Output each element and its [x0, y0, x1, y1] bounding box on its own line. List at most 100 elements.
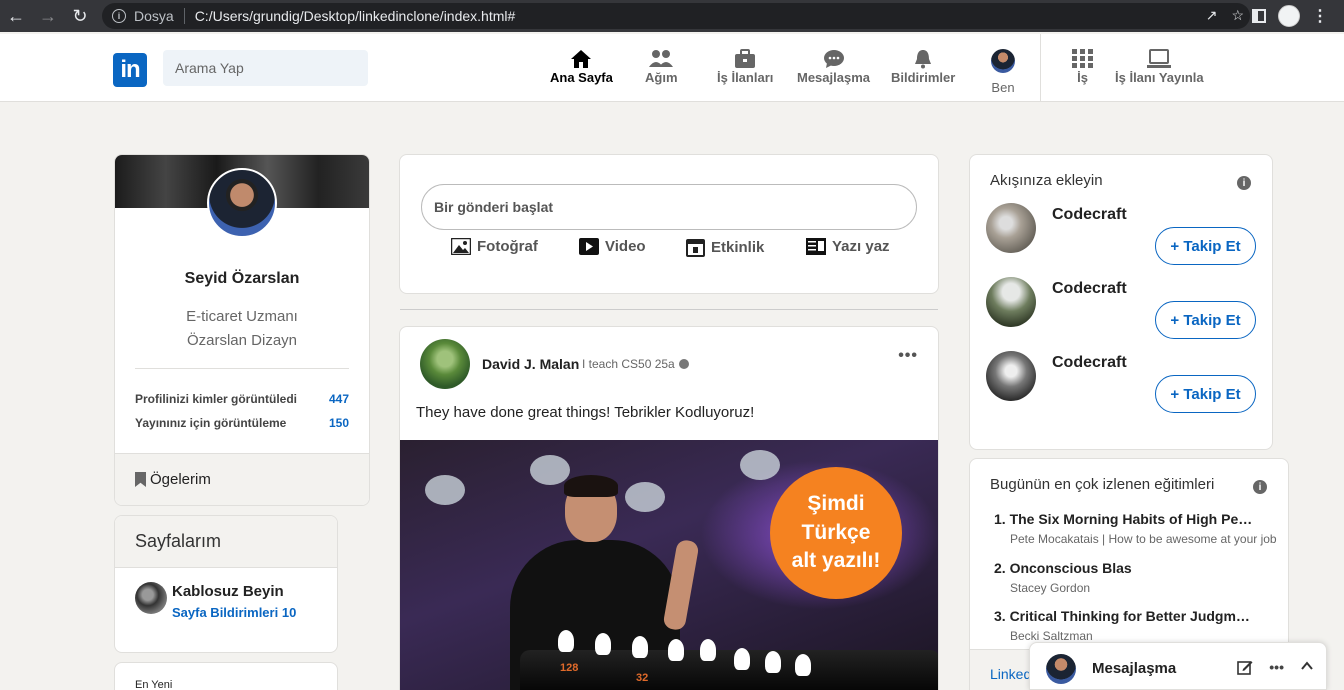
- avatar: [991, 49, 1015, 73]
- more-options-icon[interactable]: •••: [898, 347, 918, 365]
- info-icon[interactable]: i: [112, 9, 126, 23]
- follow-avatar[interactable]: [986, 277, 1036, 327]
- browser-toolbar: ← → ↻ i Dosya C:/Users/grundig/Desktop/l…: [0, 0, 1344, 32]
- my-items-link[interactable]: Ögelerim: [115, 453, 369, 505]
- follow-button[interactable]: + Takip Et: [1155, 227, 1256, 265]
- profile-company: Özarslan Dizayn: [186, 332, 298, 349]
- compose-icon[interactable]: [1237, 659, 1253, 678]
- feed-divider: [400, 309, 938, 310]
- chevron-up-icon[interactable]: [1300, 659, 1314, 678]
- video-label: Video: [605, 238, 646, 255]
- nav-post-job[interactable]: İş İlanı Yayınla: [1115, 48, 1204, 85]
- event-label: Etkinlik: [711, 239, 765, 256]
- follow-avatar[interactable]: [986, 203, 1036, 253]
- browser-profile-icon[interactable]: [1278, 5, 1300, 27]
- messaging-title[interactable]: Mesajlaşma: [1092, 660, 1176, 677]
- light-bulb: [595, 633, 611, 655]
- bookmark-star-icon[interactable]: ☆: [1231, 7, 1244, 24]
- follow-name[interactable]: Codecraft: [1052, 206, 1127, 224]
- page-name[interactable]: Kablosuz Beyin: [172, 583, 284, 600]
- omnibox-separator: [183, 8, 185, 24]
- nav-home[interactable]: Ana Sayfa: [550, 48, 613, 85]
- course-title[interactable]: 3. Critical Thinking for Better Judgment…: [994, 608, 1256, 624]
- page-notif-count: 10: [281, 605, 297, 620]
- forward-icon[interactable]: →: [32, 0, 64, 32]
- page-notifications[interactable]: Sayfa Bildirimleri 10: [172, 605, 296, 620]
- photo-button[interactable]: Fotoğraf: [451, 238, 538, 255]
- light-bulb: [734, 648, 750, 670]
- follow-avatar[interactable]: [986, 351, 1036, 401]
- top-courses-title: Bugünün en çok izlenen eğitimleri: [990, 476, 1215, 493]
- write-article-button[interactable]: Yazı yaz: [806, 238, 890, 255]
- bell-icon: [913, 48, 933, 70]
- bulb-number: 128: [560, 662, 579, 674]
- write-article-label: Yazı yaz: [832, 238, 890, 255]
- side-panel-icon[interactable]: [1252, 9, 1266, 23]
- back-icon[interactable]: ←: [0, 0, 32, 32]
- nav-post-job-label: İş İlanı Yayınla: [1115, 70, 1204, 85]
- profile-name[interactable]: Seyid Özarslan: [115, 270, 369, 288]
- add-to-feed-title: Akışınıza ekleyin: [990, 172, 1103, 189]
- linkedin-logo[interactable]: in: [113, 53, 147, 87]
- profile-stat-views[interactable]: Profilinizi kimler görüntüledi 447: [135, 392, 349, 406]
- light-bulb: [765, 651, 781, 673]
- post-author-name[interactable]: David J. Malan: [482, 356, 579, 372]
- message-icon: [823, 48, 845, 70]
- video-icon: [579, 238, 599, 255]
- bulb-table: [520, 650, 938, 690]
- start-post-input[interactable]: [421, 184, 917, 230]
- nav-network[interactable]: Ağım: [645, 48, 678, 85]
- post-author-avatar[interactable]: [420, 339, 470, 389]
- post-composer: Fotoğraf Video Etkinlik Yazı yaz: [399, 154, 939, 294]
- nav-notifications[interactable]: Bildirimler: [891, 48, 955, 85]
- latest-card: En Yeni: [114, 662, 338, 690]
- follow-button[interactable]: + Takip Et: [1155, 375, 1256, 413]
- post-meta-text: I teach CS50 25a: [582, 357, 675, 371]
- url-text[interactable]: C:/Users/grundig/Desktop/linkedinclone/i…: [195, 8, 516, 24]
- photo-icon: [451, 238, 471, 255]
- page-avatar[interactable]: [135, 582, 167, 614]
- search-input[interactable]: [163, 50, 368, 86]
- profile-avatar[interactable]: [207, 168, 277, 238]
- follow-name[interactable]: Codecraft: [1052, 280, 1127, 298]
- event-button[interactable]: Etkinlik: [686, 238, 764, 257]
- nav-network-label: Ağım: [645, 70, 678, 85]
- post-image[interactable]: 128 32 Şimdi Türkçe alt yazılı!: [400, 440, 938, 690]
- courses-footer-link[interactable]: Linked: [990, 666, 1031, 682]
- info-icon[interactable]: i: [1237, 176, 1251, 190]
- video-button[interactable]: Video: [579, 238, 646, 255]
- nav-me[interactable]: Ben: [991, 48, 1015, 95]
- share-icon[interactable]: ↗: [1206, 7, 1218, 24]
- course-title[interactable]: 1. The Six Morning Habits of High Perfor…: [994, 511, 1256, 527]
- nav-work[interactable]: İş: [1072, 48, 1093, 85]
- profile-stat-post-views[interactable]: Yayınınız için görüntüleme 150: [135, 416, 349, 430]
- browser-menu-icon[interactable]: ⋮: [1312, 6, 1328, 26]
- nav-messaging-label: Mesajlaşma: [797, 70, 870, 85]
- photo-label: Fotoğraf: [477, 238, 538, 255]
- bookmark-icon: [135, 472, 146, 487]
- course-author: Stacey Gordon: [1010, 581, 1091, 595]
- page-notif-label: Sayfa Bildirimleri: [172, 605, 279, 620]
- subtitle-badge: Şimdi Türkçe alt yazılı!: [770, 467, 902, 599]
- nav-jobs-label: İş İlanları: [717, 70, 774, 85]
- presenter-hair: [564, 475, 618, 497]
- profile-title: E-ticaret Uzmanı: [186, 308, 298, 325]
- stage-light: [625, 482, 665, 512]
- calendar-icon: [686, 239, 705, 257]
- reload-icon[interactable]: ↻: [64, 0, 96, 32]
- course-title[interactable]: 2. Onconscious Blas: [994, 560, 1256, 576]
- laptop-icon: [1147, 48, 1172, 70]
- nav-messaging[interactable]: Mesajlaşma: [797, 48, 870, 85]
- follow-button[interactable]: + Takip Et: [1155, 301, 1256, 339]
- light-bulb: [668, 639, 684, 661]
- follow-name[interactable]: Codecraft: [1052, 354, 1127, 372]
- info-icon[interactable]: i: [1253, 480, 1267, 494]
- messaging-overlay[interactable]: Mesajlaşma •••: [1029, 642, 1327, 690]
- post-text: They have done great things! Tebrikler K…: [416, 404, 755, 421]
- more-options-icon[interactable]: •••: [1269, 659, 1284, 678]
- globe-icon: [678, 359, 689, 369]
- article-icon: [806, 238, 826, 255]
- profile-divider: [135, 368, 349, 369]
- nav-jobs[interactable]: İş İlanları: [717, 48, 773, 85]
- address-bar[interactable]: i Dosya C:/Users/grundig/Desktop/linkedi…: [102, 3, 1250, 29]
